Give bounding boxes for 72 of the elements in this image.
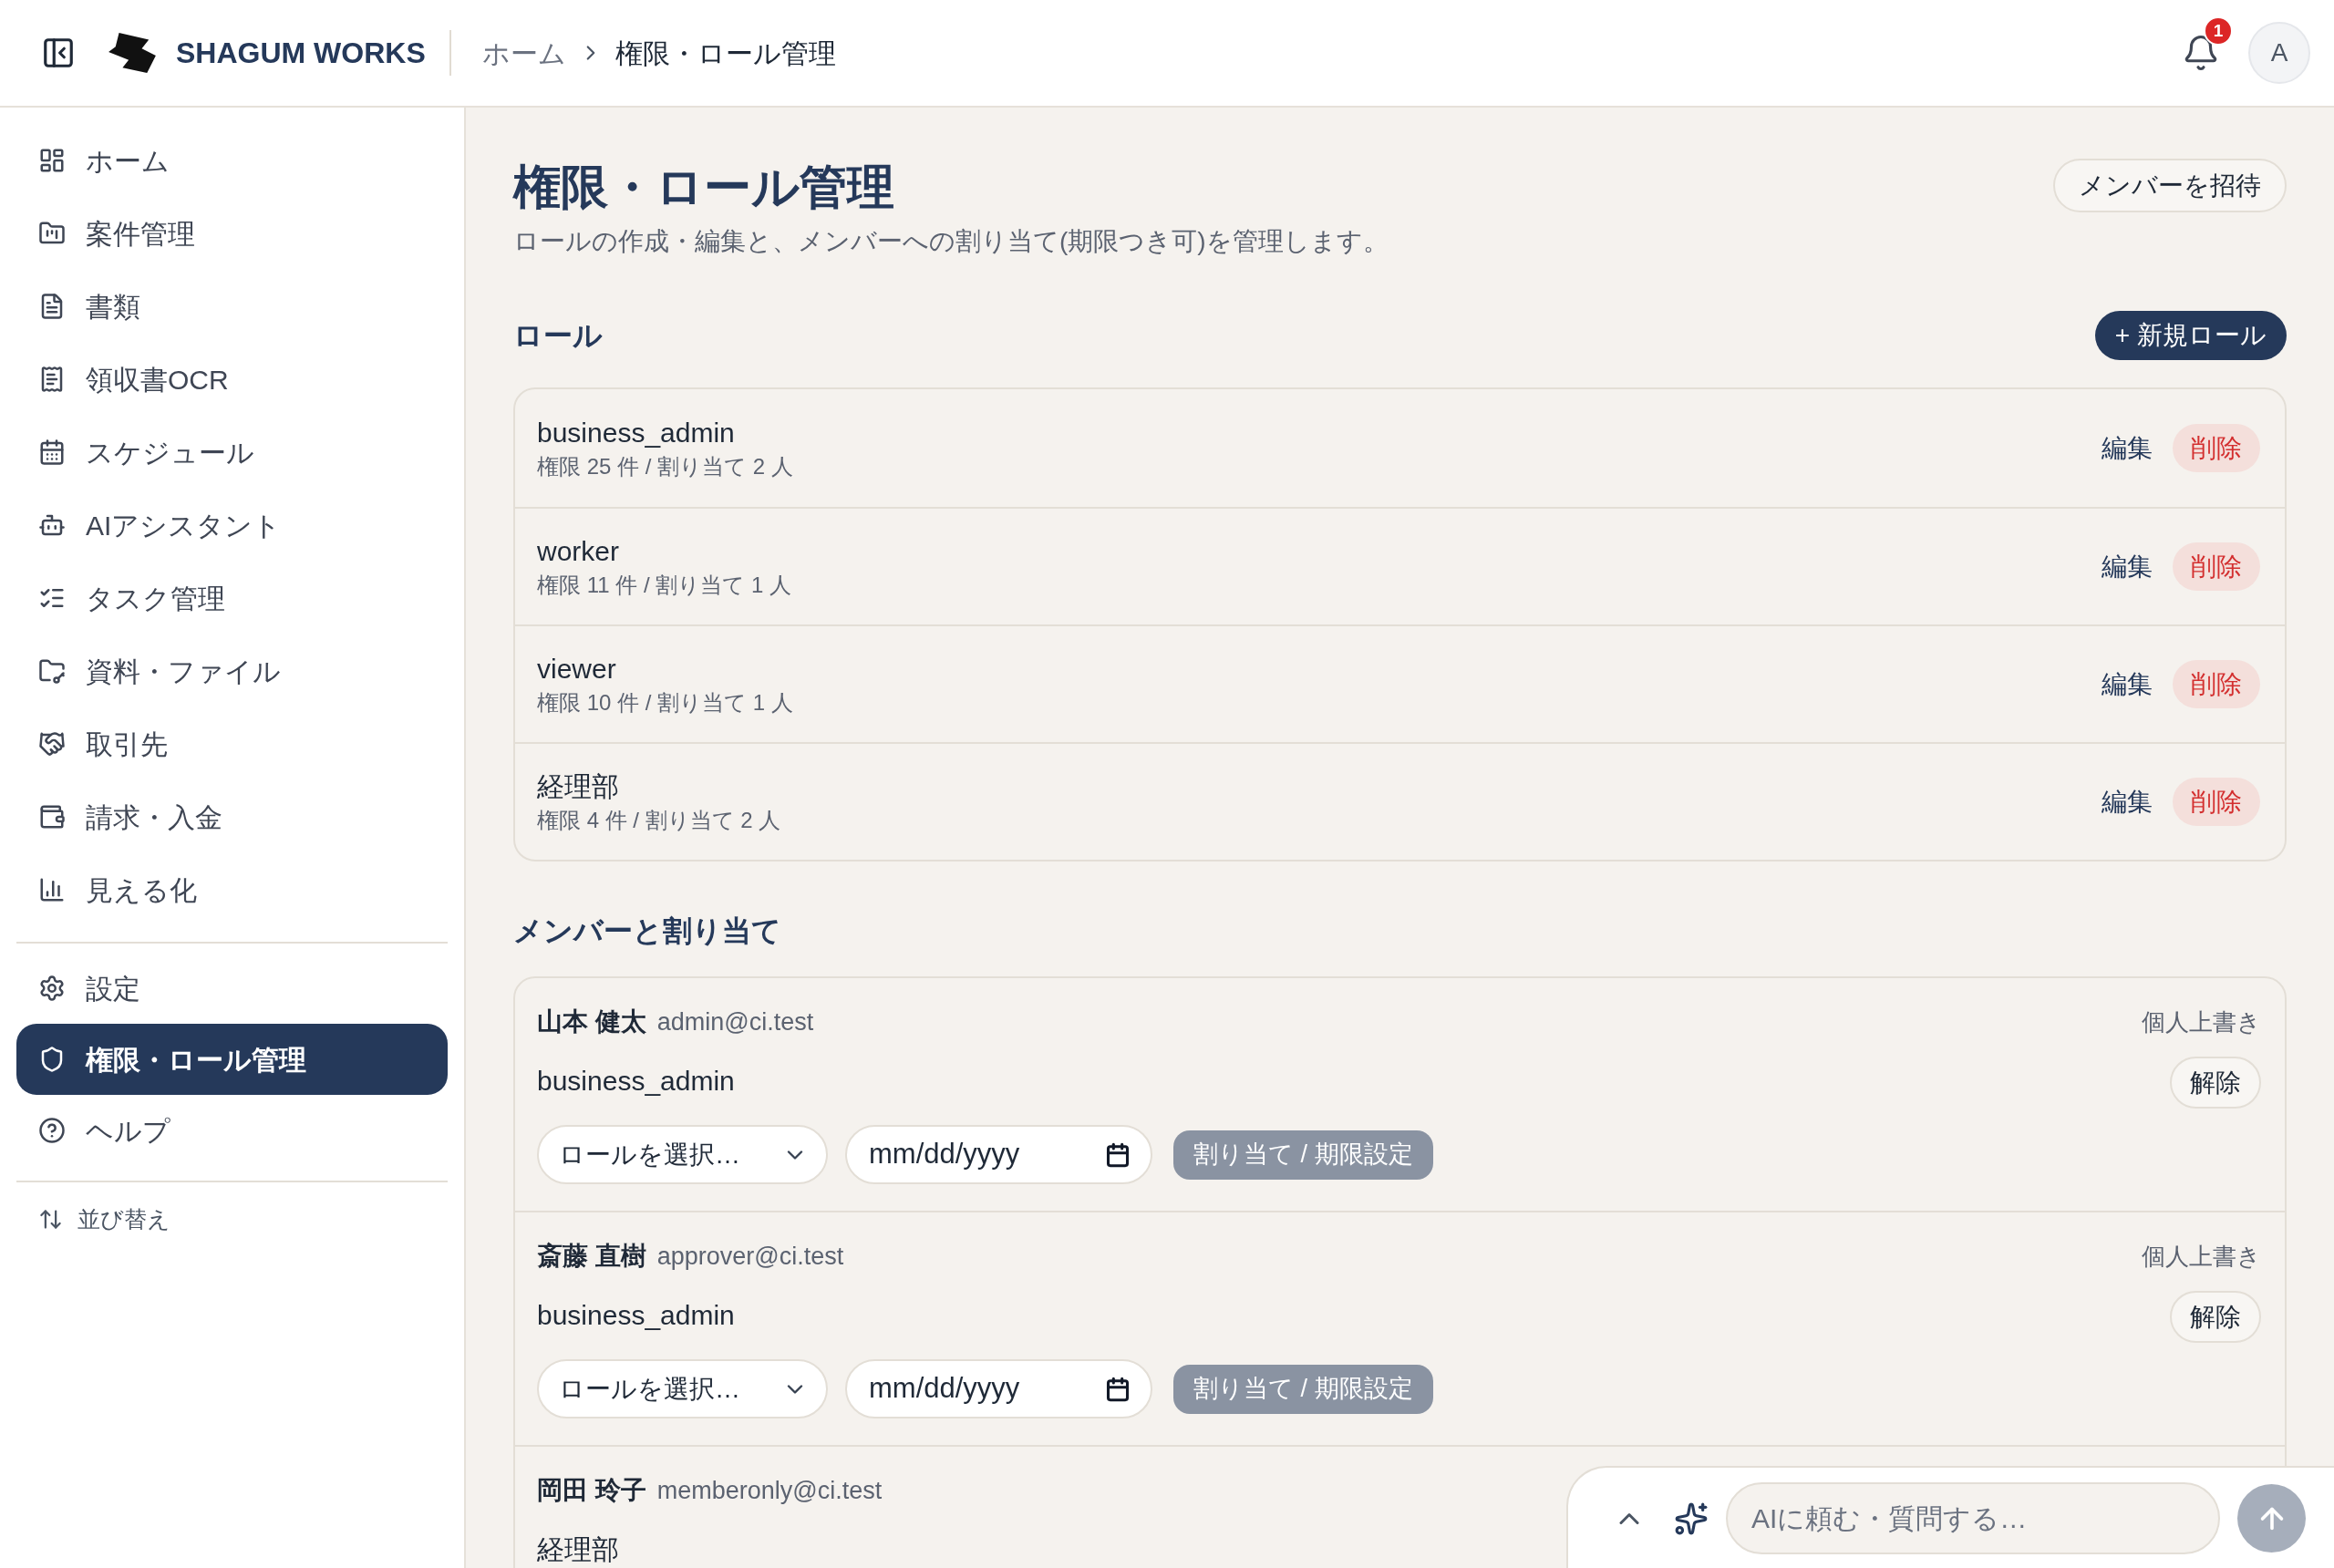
member-name: 山本 健太 — [537, 1006, 646, 1037]
sidebar-item[interactable]: 案件管理 — [16, 197, 448, 270]
member-name: 岡田 玲子 — [537, 1475, 646, 1506]
page-title: 権限・ロール管理 — [513, 160, 894, 215]
delete-button[interactable]: 削除 — [2173, 778, 2260, 826]
member-role: 経理部 — [537, 1533, 619, 1566]
role-name: business_admin — [537, 416, 735, 449]
calendar-icon[interactable] — [1105, 1141, 1131, 1168]
sidebar-item[interactable]: 見える化 — [16, 853, 448, 926]
chat-input[interactable]: AIに頼む・質問する… — [1726, 1482, 2220, 1554]
delete-button[interactable]: 削除 — [2173, 542, 2260, 591]
sidebar-item[interactable]: スケジュール — [16, 416, 448, 489]
new-role-button[interactable]: + 新規ロール — [2094, 311, 2287, 360]
page-subtitle: ロールの作成・編集と、メンバーへの割り当て(期限つき可)を管理します。 — [513, 226, 1389, 257]
date-field[interactable]: mm/dd/yyyy — [845, 1125, 1152, 1184]
member-role: business_admin — [537, 1299, 735, 1332]
override-label: 個人上書き — [2142, 1242, 2261, 1272]
member-email: memberonly@ci.test — [656, 1475, 883, 1506]
bar-chart-icon — [38, 876, 66, 903]
edit-button[interactable]: 編集 — [2102, 782, 2153, 821]
sidebar-item[interactable]: ヘルプ — [16, 1095, 448, 1166]
help-icon — [38, 1117, 66, 1144]
role-summary: 権限 10 件 / 割り当て 1 人 — [537, 688, 793, 717]
edit-button[interactable]: 編集 — [2102, 547, 2153, 586]
calendar-icon[interactable] — [1105, 1376, 1131, 1402]
sidebar-item[interactable]: 書類 — [16, 270, 448, 343]
release-button[interactable]: 解除 — [2170, 1291, 2261, 1343]
sidebar-item[interactable]: 請求・入金 — [16, 780, 448, 853]
sidebar-item[interactable]: 設定 — [16, 953, 448, 1024]
release-button[interactable]: 解除 — [2170, 1057, 2261, 1109]
member-name: 斎藤 直樹 — [537, 1241, 646, 1272]
member-role: business_admin — [537, 1065, 735, 1098]
sparkles-icon — [1674, 1501, 1709, 1536]
user-avatar[interactable]: A — [2248, 22, 2310, 84]
sidebar-item[interactable]: 取引先 — [16, 707, 448, 780]
date-field[interactable]: mm/dd/yyyy — [845, 1359, 1152, 1418]
role-name: worker — [537, 534, 619, 568]
folder-key-icon — [38, 657, 66, 685]
sidebar-item[interactable]: タスク管理 — [16, 562, 448, 634]
edit-button[interactable]: 編集 — [2102, 428, 2153, 468]
role-summary: 権限 4 件 / 割り当て 2 人 — [537, 806, 781, 834]
sidebar-item[interactable]: 資料・ファイル — [16, 634, 448, 707]
delete-button[interactable]: 削除 — [2173, 660, 2260, 708]
sidebar-item[interactable]: 領収書OCR — [16, 343, 448, 416]
notification-badge: 1 — [2204, 16, 2233, 46]
role-select[interactable]: ロールを選択… — [537, 1359, 828, 1418]
settings-icon — [38, 975, 66, 1002]
role-select[interactable]: ロールを選択… — [537, 1125, 828, 1184]
role-summary: 権限 25 件 / 割り当て 2 人 — [537, 452, 793, 480]
role-name: viewer — [537, 652, 616, 686]
calendar-icon — [38, 438, 66, 466]
invite-button[interactable]: メンバーを招待 — [2053, 159, 2287, 212]
dashboard-icon — [38, 147, 66, 174]
brand-name: SHAGUM WORKS — [176, 36, 426, 71]
section-heading: ロール — [513, 318, 603, 354]
edit-button[interactable]: 編集 — [2102, 665, 2153, 704]
section-heading: メンバーと割り当て — [513, 913, 781, 949]
wallet-icon — [38, 803, 66, 830]
override-label: 個人上書き — [2142, 1007, 2261, 1037]
handshake-icon — [38, 730, 66, 758]
delete-button[interactable]: 削除 — [2173, 424, 2260, 472]
member-email: approver@ci.test — [656, 1241, 844, 1272]
sidebar-item[interactable]: ホーム — [16, 124, 448, 197]
breadcrumb-link[interactable]: ホーム — [481, 32, 566, 74]
sort-button[interactable]: 並び替え — [16, 1202, 178, 1237]
role-summary: 権限 11 件 / 割り当て 1 人 — [537, 571, 791, 599]
sidebar-item[interactable]: 権限・ロール管理 — [16, 1024, 448, 1095]
member-email: admin@ci.test — [656, 1006, 814, 1037]
panel-left-icon[interactable] — [41, 36, 76, 70]
sidebar-item[interactable]: AIアシスタント — [16, 489, 448, 562]
role-name: 経理部 — [537, 769, 619, 803]
breadcrumb-link[interactable]: 権限・ロール管理 — [614, 32, 836, 74]
